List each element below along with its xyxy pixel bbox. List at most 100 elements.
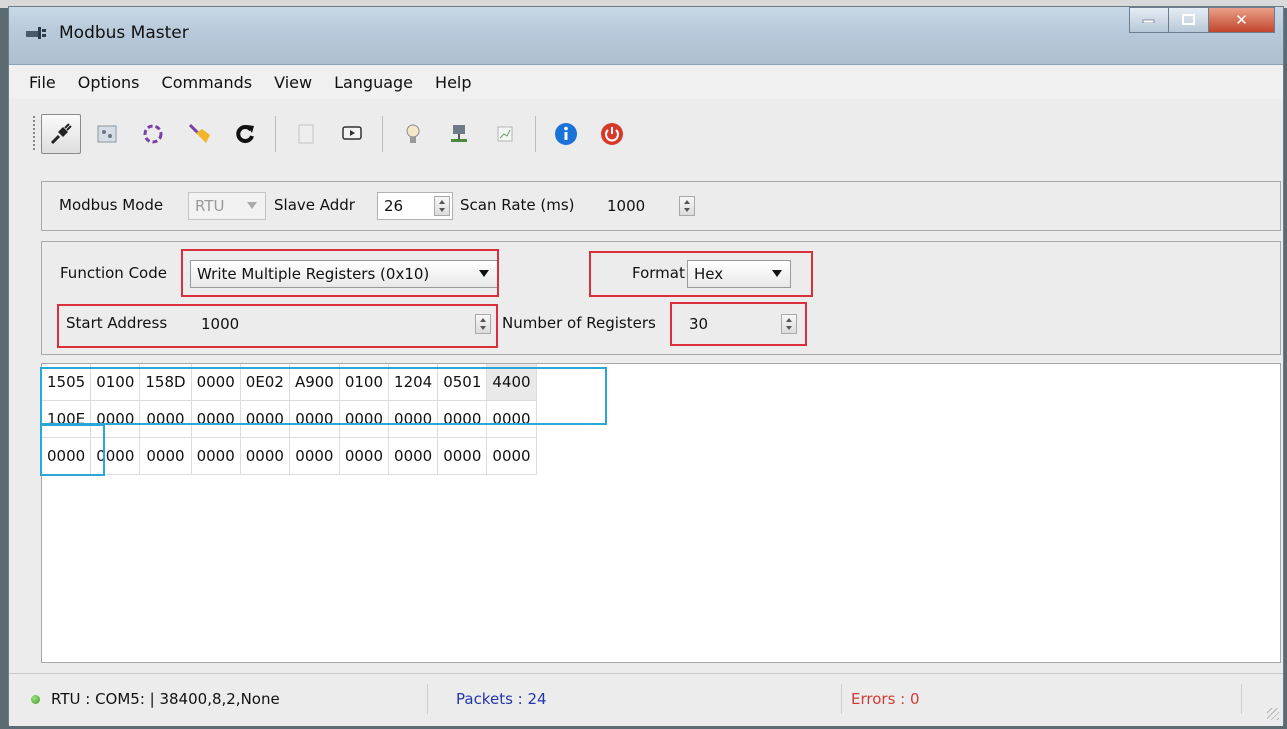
- connection-status-icon: [31, 695, 40, 704]
- chevron-down-icon: [479, 270, 489, 277]
- toolbar-separator: [382, 116, 383, 152]
- register-cell[interactable]: 0000: [240, 437, 290, 475]
- register-cell[interactable]: 0000: [486, 400, 537, 438]
- register-cell[interactable]: 0000: [437, 437, 488, 475]
- info-button[interactable]: [546, 114, 586, 154]
- register-cell[interactable]: 0100: [90, 364, 141, 401]
- register-cell[interactable]: 100E: [42, 400, 92, 438]
- status-bar: RTU : COM5: | 38400,8,2,None Packets : 2…: [9, 673, 1283, 726]
- loop-icon: [143, 124, 163, 144]
- lamp-button[interactable]: [393, 114, 433, 154]
- register-cell[interactable]: 0E02: [240, 364, 290, 401]
- register-table: 1505 0100 158D 0000 0E02 A900 0100 1204 0501 4400…: [42, 364, 537, 475]
- maximize-button[interactable]: [1169, 7, 1209, 33]
- register-cell[interactable]: 0000: [339, 400, 390, 438]
- menu-language[interactable]: Language: [323, 73, 424, 92]
- register-cell[interactable]: 0000: [240, 400, 290, 438]
- start-address-input[interactable]: 1000: [194, 310, 494, 338]
- modbus-mode-value: RTU: [195, 197, 225, 215]
- network-button[interactable]: [439, 114, 479, 154]
- toolbar-grip: [33, 116, 35, 152]
- register-cell[interactable]: 0000: [90, 437, 141, 475]
- slave-addr-label: Slave Addr: [274, 196, 355, 214]
- register-cell[interactable]: 0000: [191, 364, 241, 401]
- menu-view[interactable]: View: [263, 73, 323, 92]
- register-cell[interactable]: 0000: [90, 400, 141, 438]
- register-cell[interactable]: 0000: [289, 437, 340, 475]
- chart-button[interactable]: [485, 114, 525, 154]
- register-cell[interactable]: 1505: [42, 364, 92, 401]
- info-icon: [555, 123, 577, 145]
- number-of-registers-stepper-icon[interactable]: [781, 314, 797, 334]
- register-cell[interactable]: 0501: [437, 364, 488, 401]
- register-cell[interactable]: 158D: [139, 364, 192, 401]
- copy-button[interactable]: [286, 114, 326, 154]
- function-code-value: Write Multiple Registers (0x10): [197, 265, 430, 283]
- register-cell[interactable]: 0000: [42, 437, 92, 475]
- register-cell[interactable]: 0000: [437, 400, 488, 438]
- table-row: 0000 0000 0000 0000 0000 0000 0000 0000 0000 0000: [42, 437, 537, 475]
- register-cell[interactable]: 4400: [486, 364, 537, 401]
- number-of-registers-input[interactable]: 30: [682, 310, 800, 338]
- status-separator: [841, 684, 842, 714]
- slave-addr-stepper-icon[interactable]: [434, 196, 450, 216]
- minimize-button[interactable]: [1129, 7, 1169, 33]
- loop-button[interactable]: [133, 114, 173, 154]
- menu-file[interactable]: File: [9, 73, 67, 92]
- scan-rate-stepper-icon[interactable]: [679, 196, 695, 216]
- toolbar: [9, 101, 1283, 167]
- chevron-down-icon: [772, 270, 782, 277]
- window-controls: ✕: [1129, 7, 1275, 37]
- register-cell[interactable]: 0000: [289, 400, 340, 438]
- connect-button[interactable]: [41, 114, 81, 154]
- power-button[interactable]: [592, 114, 632, 154]
- clear-button[interactable]: [179, 114, 219, 154]
- refresh-button[interactable]: [225, 114, 265, 154]
- register-cell[interactable]: 0000: [486, 437, 537, 475]
- network-icon: [451, 125, 467, 142]
- start-address-label: Start Address: [66, 314, 168, 332]
- packets-count: Packets : 24: [456, 690, 547, 708]
- start-address-stepper-icon[interactable]: [475, 314, 491, 334]
- title-bar[interactable]: Modbus Master ✕: [9, 7, 1283, 65]
- scan-rate-input[interactable]: 1000: [600, 192, 698, 220]
- function-code-label: Function Code: [60, 264, 167, 282]
- format-select[interactable]: Hex: [687, 260, 791, 288]
- connect-icon: [50, 123, 72, 145]
- monitor-icon: [342, 126, 362, 140]
- resize-grip-icon[interactable]: [1267, 708, 1279, 720]
- register-cell[interactable]: 0000: [191, 437, 241, 475]
- modbus-mode-select[interactable]: RTU: [188, 192, 266, 220]
- port-status: RTU : COM5: | 38400,8,2,None: [51, 690, 280, 708]
- menu-help[interactable]: Help: [424, 73, 482, 92]
- slave-addr-input[interactable]: 26: [377, 192, 453, 220]
- register-cell[interactable]: 0000: [139, 400, 192, 438]
- app-icon: [26, 27, 46, 39]
- number-of-registers-label: Number of Registers: [502, 314, 656, 332]
- menu-commands[interactable]: Commands: [151, 73, 264, 92]
- function-code-select[interactable]: Write Multiple Registers (0x10): [190, 260, 498, 288]
- scan-rate-label: Scan Rate (ms): [460, 196, 575, 214]
- close-button[interactable]: ✕: [1209, 7, 1275, 33]
- slave-addr-value: 26: [384, 197, 404, 215]
- connection-panel: Modbus Mode RTU Slave Addr 26 Scan Rate …: [41, 181, 1281, 231]
- modbus-master-window: Modbus Master ✕ File Options Commands Vi…: [8, 6, 1284, 726]
- monitor-button[interactable]: [332, 114, 372, 154]
- window-title: Modbus Master: [59, 23, 189, 43]
- toolbar-separator: [275, 116, 276, 152]
- register-grid[interactable]: 1505 0100 158D 0000 0E02 A900 0100 1204 0501 4400…: [41, 363, 1281, 663]
- register-cell[interactable]: 0000: [388, 400, 439, 438]
- register-cell[interactable]: 0100: [339, 364, 390, 401]
- register-cell[interactable]: A900: [289, 364, 340, 401]
- number-of-registers-value: 30: [689, 315, 709, 333]
- register-cell[interactable]: 0000: [191, 400, 241, 438]
- register-cell[interactable]: 0000: [139, 437, 192, 475]
- register-cell[interactable]: 0000: [339, 437, 390, 475]
- menu-options[interactable]: Options: [67, 73, 151, 92]
- register-cell[interactable]: 1204: [388, 364, 439, 401]
- maximize-icon: [1181, 14, 1195, 25]
- status-separator: [1241, 684, 1242, 714]
- toolbar-separator: [535, 116, 536, 152]
- setup-button[interactable]: [87, 114, 127, 154]
- register-cell[interactable]: 0000: [388, 437, 439, 475]
